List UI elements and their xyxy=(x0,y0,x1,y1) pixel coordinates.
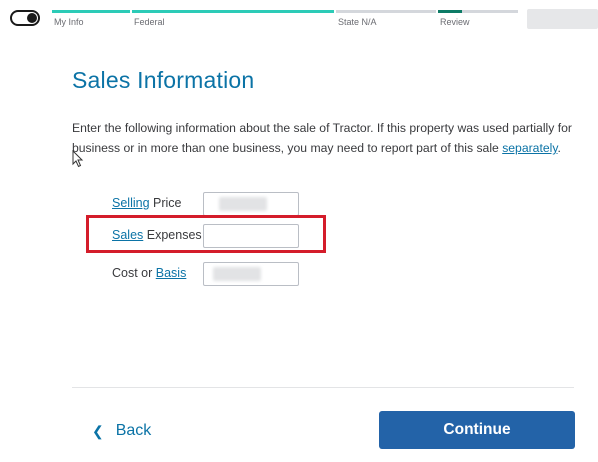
progress-bar-federal xyxy=(132,10,334,13)
progress-step-my-info[interactable]: My Info xyxy=(52,10,130,38)
page-title: Sales Information xyxy=(72,67,255,93)
selling-price-label: Selling Price xyxy=(112,196,181,210)
cost-basis-label: Cost or Basis xyxy=(112,266,186,280)
intro-text: Enter the following information about th… xyxy=(72,118,572,158)
progress-fill-review xyxy=(438,10,462,13)
price-label-text: Price xyxy=(149,196,182,210)
progress-label: Review xyxy=(440,17,470,27)
footer-divider xyxy=(72,387,574,388)
redacted-value xyxy=(219,197,267,211)
progress-step-state[interactable]: State N/A xyxy=(336,10,436,38)
back-label: Back xyxy=(115,422,152,439)
cost-or-label-text: Cost or xyxy=(112,266,156,280)
back-button[interactable]: ❮ Back xyxy=(92,417,151,445)
progress-label: State N/A xyxy=(338,17,377,27)
progress-step-federal[interactable]: Federal xyxy=(132,10,334,38)
selling-price-row: Selling Price xyxy=(112,192,312,216)
separately-link[interactable]: separately xyxy=(502,141,557,155)
progress-step-review[interactable]: Review xyxy=(438,10,518,38)
progress-bar-state xyxy=(336,10,436,13)
redacted-value xyxy=(213,267,261,281)
continue-button[interactable]: Continue xyxy=(379,411,575,449)
progress-label: Federal xyxy=(134,17,165,27)
intro-end: . xyxy=(557,141,561,155)
progress-label: My Info xyxy=(54,17,84,27)
progress-bar-my-info xyxy=(52,10,130,13)
account-menu[interactable] xyxy=(527,9,598,29)
mouse-pointer-icon xyxy=(72,150,84,168)
basis-link[interactable]: Basis xyxy=(156,266,187,280)
intro-body: Enter the following information about th… xyxy=(72,121,572,155)
progress-bar-review xyxy=(438,10,518,13)
toggle-knob xyxy=(27,13,37,23)
selling-link[interactable]: Selling xyxy=(112,196,150,210)
chevron-left-icon: ❮ xyxy=(92,423,104,439)
highlight-annotation xyxy=(86,215,326,253)
sidebar-toggle[interactable] xyxy=(10,10,40,26)
cost-basis-row: Cost or Basis xyxy=(112,262,312,286)
